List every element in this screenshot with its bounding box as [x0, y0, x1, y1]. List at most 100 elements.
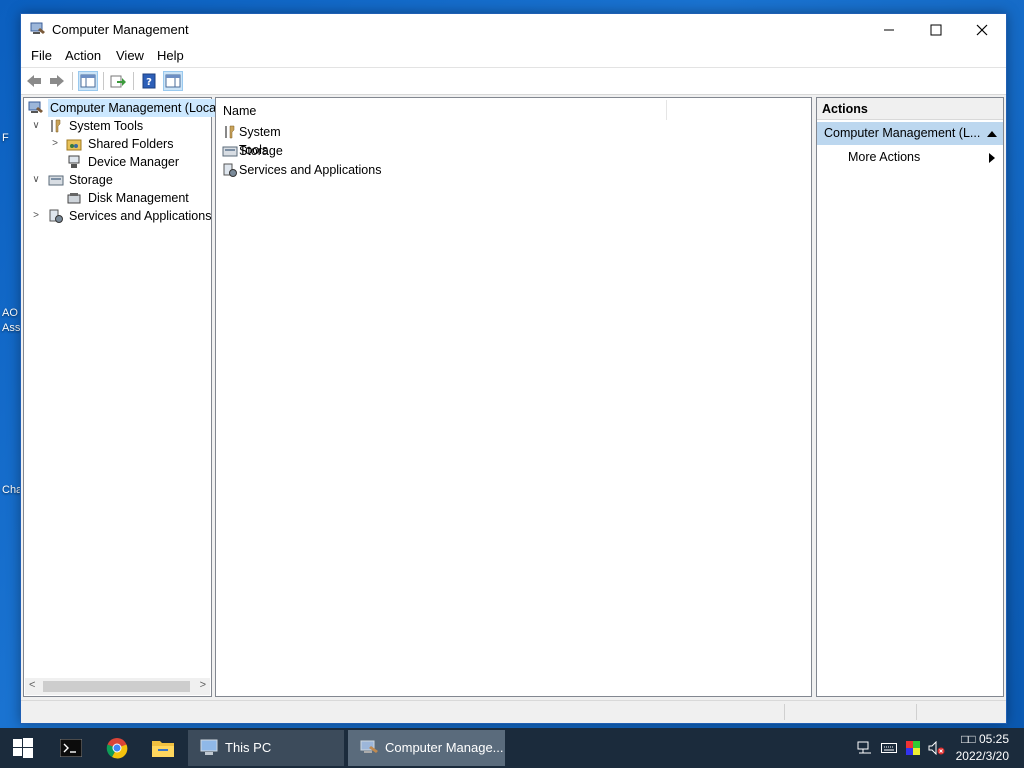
desktop-icon-label[interactable]: AO: [2, 306, 18, 321]
taskbar-label: This PC: [225, 740, 272, 755]
chrome-taskbar-button[interactable]: [94, 728, 140, 768]
desktop-icon-label[interactable]: F: [2, 131, 9, 146]
volume-tray-button[interactable]: [927, 728, 947, 768]
maximize-icon: [930, 24, 942, 35]
scroll-left-icon[interactable]: <: [29, 679, 35, 691]
horizontal-scrollbar[interactable]: < >: [25, 678, 210, 695]
actions-section-label: Computer Management (L...: [824, 126, 981, 140]
taskbar: This PC Computer Manage... □□ 05:25 2022…: [0, 728, 1024, 768]
actions-section-computer-management[interactable]: Computer Management (L...: [817, 122, 1003, 145]
taskbar-label: Computer Manage...: [385, 740, 504, 755]
clock-time: 05:25: [978, 732, 1009, 746]
volume-muted-icon: [928, 741, 945, 755]
close-icon: [976, 24, 988, 35]
menu-action[interactable]: Action: [65, 48, 101, 63]
clock-date: 2022/3/20: [955, 749, 1009, 763]
export-list-icon: [110, 75, 126, 88]
tree-item-services-and-applications[interactable]: > Services and Applications: [24, 207, 212, 225]
keyboard-icon: [881, 743, 897, 753]
system-tools-icon: [51, 119, 61, 133]
computer-management-icon: [360, 740, 378, 753]
help-icon: ?: [142, 73, 156, 89]
show-hide-action-pane-button[interactable]: [163, 71, 183, 91]
folder-icon: [152, 741, 174, 757]
desktop-icon-label[interactable]: Ass: [2, 321, 20, 336]
status-bar: [21, 700, 1006, 723]
computer-management-window: Computer Management File Action View Hel…: [20, 13, 1007, 724]
minimize-icon: [884, 29, 894, 30]
computer-management-icon: [30, 22, 45, 34]
disk-management-icon: [67, 193, 81, 204]
menu-file[interactable]: File: [31, 48, 52, 63]
expand-chevron-icon[interactable]: ∨: [31, 117, 41, 135]
more-actions-label: More Actions: [848, 150, 921, 164]
toolbar-separator: [133, 72, 134, 90]
color-tray-button[interactable]: [903, 728, 923, 768]
collapse-arrow-icon[interactable]: [987, 130, 997, 137]
actions-header: Actions: [817, 98, 1003, 120]
clock[interactable]: □□ 05:25 2022/3/20: [956, 731, 1009, 765]
forward-button[interactable]: [47, 71, 67, 91]
svg-text:?: ?: [146, 77, 152, 88]
show-hide-console-tree-button[interactable]: [78, 71, 98, 91]
expand-chevron-icon[interactable]: ∨: [31, 171, 41, 189]
tree-item-disk-management[interactable]: Disk Management: [24, 189, 210, 207]
back-button[interactable]: [24, 71, 44, 91]
terminal-taskbar-button[interactable]: [48, 728, 94, 768]
expand-chevron-icon[interactable]: >: [31, 207, 41, 225]
shared-folders-icon: [66, 139, 82, 151]
show-hide-console-tree-icon: [80, 74, 96, 88]
storage-icon: [222, 146, 238, 157]
start-button[interactable]: [0, 728, 46, 768]
chrome-icon: [106, 738, 128, 759]
toolbar-separator: [72, 72, 73, 90]
taskbar-computer-management[interactable]: Computer Manage...: [348, 730, 505, 766]
title-bar[interactable]: Computer Management: [21, 14, 1006, 45]
network-tray-button[interactable]: [855, 728, 875, 768]
help-button[interactable]: ?: [139, 71, 159, 91]
menu-bar: File Action View Help: [21, 45, 1006, 67]
tree-item-system-tools[interactable]: ∨ System Tools: [24, 117, 210, 135]
tree-label: Device Manager: [88, 155, 180, 169]
scrollbar-thumb[interactable]: [43, 681, 190, 692]
tree-label: Computer Management (Local: [48, 99, 221, 117]
scroll-right-icon[interactable]: >: [200, 679, 206, 691]
toolbar-separator: [103, 72, 104, 90]
list-item-label: Services and Applications: [239, 163, 382, 177]
export-list-button[interactable]: [108, 71, 128, 91]
minimize-button[interactable]: [866, 14, 912, 45]
menu-view[interactable]: View: [116, 48, 144, 63]
tree-item-device-manager[interactable]: Device Manager: [24, 153, 210, 171]
maximize-button[interactable]: [913, 14, 959, 45]
tree-label: System Tools: [69, 119, 144, 133]
tree-label: Services and Applications: [69, 209, 212, 223]
status-divider: [784, 704, 785, 720]
console-tree-pane: Computer Management (Local ∨ System Tool…: [23, 97, 221, 697]
tree-label: Shared Folders: [88, 137, 174, 151]
actions-pane: Actions Computer Management (L... More A…: [816, 97, 1004, 697]
more-actions-item[interactable]: More Actions: [848, 147, 920, 167]
windows-logo-icon: [13, 738, 33, 758]
tree-item-computer-management[interactable]: Computer Management (Local: [26, 99, 221, 117]
color-palette-icon: [906, 741, 920, 755]
services-and-applications-icon: [49, 209, 63, 223]
expand-chevron-icon[interactable]: >: [50, 135, 60, 153]
forward-arrow-icon: [50, 75, 64, 87]
back-arrow-icon: [27, 75, 41, 87]
storage-icon: [48, 175, 64, 186]
keyboard-tray-button[interactable]: [879, 728, 899, 768]
tree-item-storage[interactable]: ∨ Storage: [24, 171, 210, 189]
status-divider: [916, 704, 917, 720]
terminal-icon: [60, 739, 82, 757]
submenu-arrow-icon[interactable]: [989, 153, 995, 163]
column-name-header[interactable]: Name: [223, 104, 256, 118]
column-divider[interactable]: [666, 100, 667, 120]
menu-help[interactable]: Help: [157, 48, 184, 63]
tree-item-shared-folders[interactable]: > Shared Folders: [24, 135, 210, 153]
list-item-label: Storage: [239, 144, 283, 158]
close-button[interactable]: [959, 14, 1005, 45]
taskbar-this-pc[interactable]: This PC: [188, 730, 344, 766]
show-hide-action-pane-icon: [165, 74, 181, 88]
file-explorer-taskbar-button[interactable]: [140, 728, 186, 768]
tree-label: Storage: [69, 173, 113, 187]
